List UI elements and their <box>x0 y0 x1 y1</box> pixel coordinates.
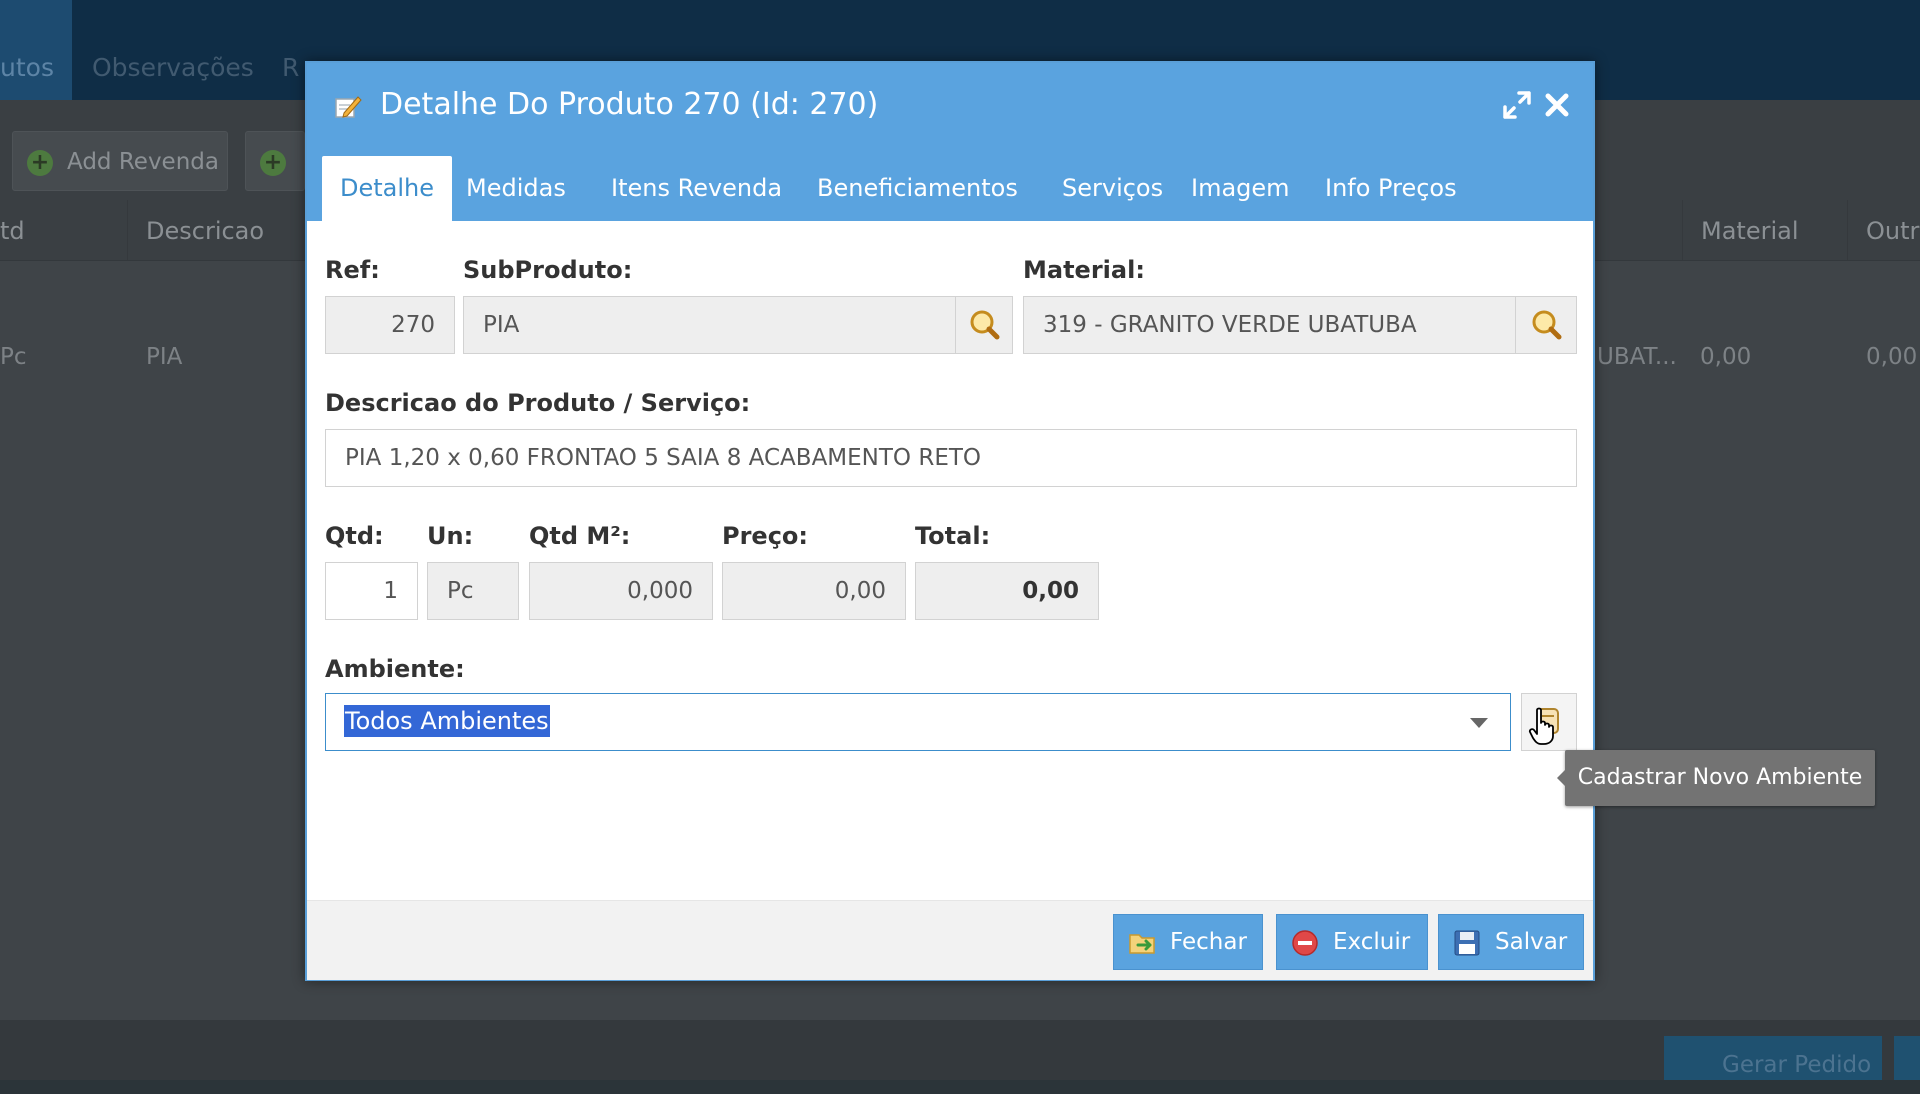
material-search-button[interactable] <box>1515 296 1577 354</box>
bg-cell-descricao: PIA <box>146 344 183 370</box>
preco-field: 0,00 <box>722 562 906 620</box>
bg-bottom-bar <box>0 1020 1920 1080</box>
bg-col-material: Material <box>1682 200 1847 260</box>
ambiente-selected-value: Todos Ambientes <box>344 705 550 737</box>
modal-header: Detalhe Do Produto 270 (Id: 270) Detalhe… <box>307 63 1593 221</box>
fechar-button[interactable]: Fechar <box>1113 914 1263 970</box>
add-revenda-button[interactable]: + Add Revenda <box>12 131 228 191</box>
plus-icon: + <box>260 149 286 176</box>
subproduto-search-button[interactable] <box>955 296 1013 354</box>
qtd-label: Qtd: <box>325 522 384 550</box>
total-field: 0,00 <box>915 562 1099 620</box>
bg-cell-material-trunc: UBAT... <box>1597 344 1677 370</box>
bg-cell-outr-val: 0,00 <box>1866 344 1918 370</box>
tab-itens-revenda[interactable]: Itens Revenda <box>593 156 800 221</box>
total-label: Total: <box>915 522 991 550</box>
hand-pointer-icon <box>1528 707 1554 745</box>
chevron-down-icon <box>1470 718 1488 728</box>
tab-detalhe[interactable]: Detalhe <box>322 156 453 221</box>
preco-label: Preço: <box>722 522 809 550</box>
product-detail-modal: Detalhe Do Produto 270 (Id: 270) Detalhe… <box>305 61 1595 981</box>
search-icon <box>1532 310 1562 340</box>
tooltip-cadastrar-ambiente: Cadastrar Novo Ambiente <box>1557 750 1875 806</box>
bg-cell-material-val: 0,00 <box>1700 344 1752 370</box>
minus-circle-icon <box>1292 930 1318 956</box>
close-icon[interactable] <box>1539 87 1575 123</box>
maximize-icon[interactable] <box>1499 87 1535 123</box>
qtdm2-field: 0,000 <box>529 562 713 620</box>
bg-col-descricao: Descricao <box>127 200 327 260</box>
modal-footer: Fechar Excluir Salvar <box>307 900 1593 980</box>
material-field[interactable]: 319 - GRANITO VERDE UBATUBA <box>1023 296 1516 354</box>
ref-label: Ref: <box>325 256 380 284</box>
bg-tab-produtos[interactable]: utos <box>0 0 72 100</box>
descricao-field[interactable]: PIA 1,20 x 0,60 FRONTAO 5 SAIA 8 ACABAME… <box>325 429 1577 487</box>
descricao-label: Descricao do Produto / Serviço: <box>325 389 751 417</box>
gerar-pedido-button[interactable]: Gerar Pedido <box>1664 1036 1882 1080</box>
folder-exit-icon <box>1129 934 1155 954</box>
bg-edge-button <box>1894 1036 1920 1080</box>
bg-cell-un: Pc <box>0 344 27 370</box>
add-button[interactable]: + <box>245 131 305 191</box>
salvar-button[interactable]: Salvar <box>1438 914 1584 970</box>
ambiente-label: Ambiente: <box>325 655 465 683</box>
qtd-field[interactable]: 1 <box>325 562 418 620</box>
subproduto-label: SubProduto: <box>463 256 633 284</box>
bg-col-qtd: td <box>0 217 25 245</box>
bg-tab-observacoes[interactable]: Observações <box>92 0 254 100</box>
qtdm2-label: Qtd M²: <box>529 522 631 550</box>
subproduto-field[interactable]: PIA <box>463 296 956 354</box>
tab-beneficiamentos[interactable]: Beneficiamentos <box>799 156 1036 221</box>
tab-imagem[interactable]: Imagem <box>1173 156 1308 221</box>
bg-tab-r[interactable]: R <box>282 0 299 100</box>
tab-info-precos[interactable]: Info Preços <box>1307 156 1475 221</box>
save-disk-icon <box>1454 930 1480 956</box>
excluir-button[interactable]: Excluir <box>1276 914 1428 970</box>
search-icon <box>970 310 1000 340</box>
bg-col-outr: Outr <box>1847 200 1920 260</box>
plus-icon: + <box>27 149 53 176</box>
ambiente-select[interactable]: Todos Ambientes <box>325 693 1511 751</box>
un-label: Un: <box>427 522 474 550</box>
modal-title: Detalhe Do Produto 270 (Id: 270) <box>380 87 879 122</box>
un-field: Pc <box>427 562 519 620</box>
material-label: Material: <box>1023 256 1145 284</box>
tab-medidas[interactable]: Medidas <box>448 156 584 221</box>
tab-servicos[interactable]: Serviços <box>1044 156 1181 221</box>
edit-document-icon <box>335 96 362 118</box>
ref-field: 270 <box>325 296 455 354</box>
